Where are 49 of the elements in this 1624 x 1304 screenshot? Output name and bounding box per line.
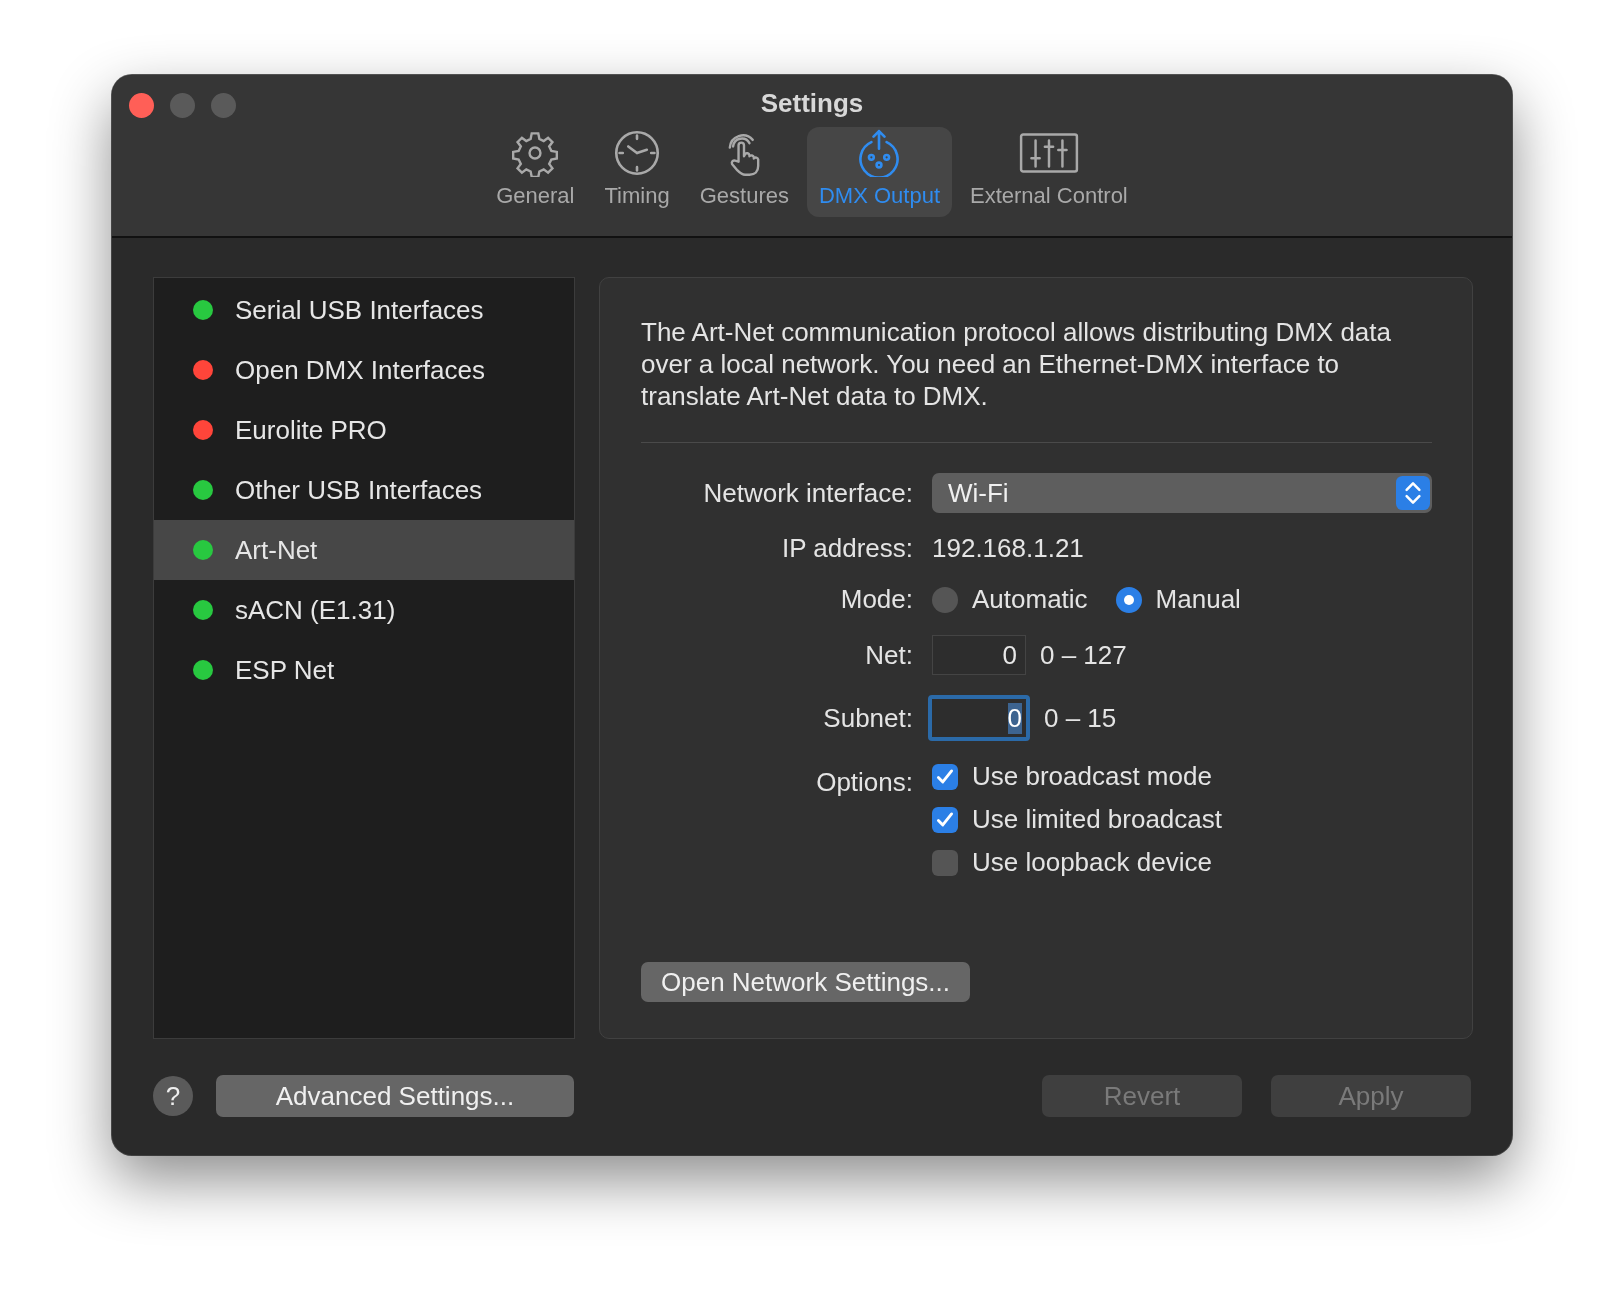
checkbox[interactable] (932, 849, 958, 876)
sidebar-item-label: Other USB Interfaces (235, 474, 483, 506)
radio-button[interactable] (1115, 586, 1142, 613)
range-hint: 0 – 127 (1040, 639, 1127, 671)
toolbar-tab[interactable]: External Control (958, 127, 1140, 217)
checkbox[interactable] (932, 806, 958, 833)
sidebar-item[interactable]: Serial USB Interfaces (154, 280, 574, 340)
description-text: The Art-Net communication protocol allows distributing DMX data over a local network. You need an Ethernet-DMX interface to translate Art-Net data to DMX. (641, 316, 1392, 412)
range-hint: 0 – 15 (1044, 702, 1117, 734)
chevron-updown-icon (1396, 476, 1430, 510)
checkbox-label: Use loopback device (972, 847, 1212, 878)
sidebar-item-label: Art-Net (235, 534, 318, 566)
radio-label: Manual (1155, 584, 1241, 615)
sidebar-item-label: Serial USB Interfaces (235, 294, 484, 326)
number-field[interactable]: 0 (932, 635, 1026, 675)
checkbox-label: Use limited broadcast (972, 804, 1222, 835)
footer-button[interactable]: Advanced Settings... (216, 1075, 574, 1117)
sidebar-item[interactable]: Art-Net (154, 520, 574, 580)
sidebar-item[interactable]: Eurolite PRO (154, 400, 574, 460)
toolbar-tab[interactable]: Timing (592, 127, 682, 217)
field-label: IP address: (780, 533, 913, 564)
number-field[interactable]: 0 (928, 695, 1030, 741)
field-label: Net: (864, 639, 913, 671)
radio-label: Automatic (972, 584, 1088, 615)
sidebar-item[interactable]: Other USB Interfaces (154, 460, 574, 520)
network-interface-dropdown[interactable]: Wi-Fi (932, 473, 1432, 513)
open-network-settings-button[interactable]: Open Network Settings... (641, 962, 971, 1002)
clock-icon (613, 129, 662, 177)
sidebar-item-label: sACN (E1.31) (235, 594, 396, 626)
sidebar-item-label: Eurolite PRO (235, 414, 387, 446)
sidebar-item[interactable]: ESP Net (154, 640, 574, 700)
gear-icon (511, 129, 560, 177)
close-button[interactable] (129, 93, 154, 118)
sidebar-item-label: ESP Net (235, 654, 335, 686)
toolbar-tab[interactable]: General (484, 127, 587, 217)
field-label: Mode: (839, 584, 913, 615)
window-title: Settings (760, 88, 864, 119)
checkbox-label: Use broadcast mode (972, 761, 1212, 792)
help-button[interactable]: ? (153, 1076, 193, 1116)
radio-button[interactable] (932, 586, 958, 613)
toolbar-tab[interactable]: Gestures (687, 127, 801, 217)
ip-address-value: 192.168.1.21 (932, 533, 1085, 564)
sidebar-item-label: Open DMX Interfaces (235, 354, 485, 386)
sidebar-item[interactable]: sACN (E1.31) (154, 580, 574, 640)
field-label: Subnet: (822, 702, 913, 734)
checkbox[interactable] (932, 763, 958, 790)
field-label: Network interface: (702, 477, 913, 509)
sidebar-item[interactable]: Open DMX Interfaces (154, 340, 574, 400)
field-label: Options: (815, 767, 913, 798)
